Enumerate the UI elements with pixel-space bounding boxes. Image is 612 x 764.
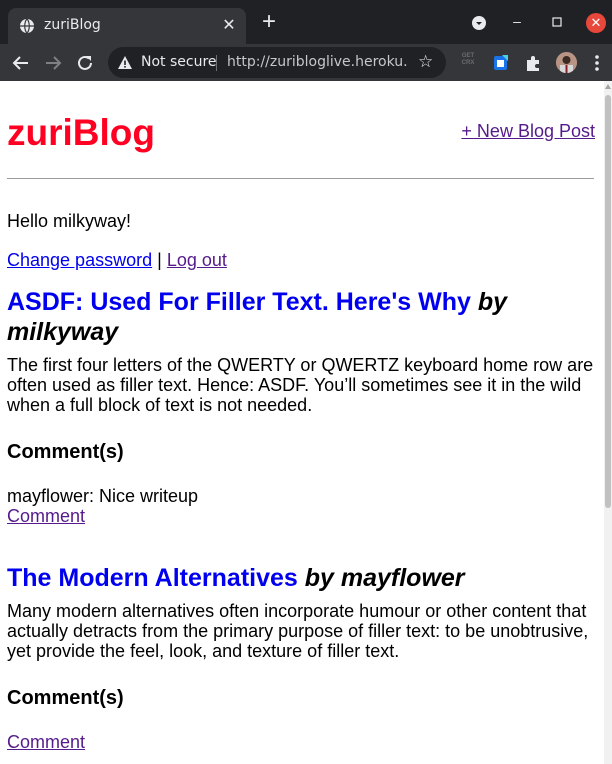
comment-item: mayflower: Nice writeup [7, 486, 199, 506]
change-password-link[interactable]: Change password [7, 250, 152, 270]
minimize-button[interactable]: – [506, 12, 528, 34]
getcrx-top-label: GET [461, 53, 475, 59]
globe-icon [20, 18, 34, 34]
post-title-link[interactable]: ASDF: Used For Filler Text. Here's Why [7, 288, 471, 316]
bookmark-star-icon[interactable]: ☆ [418, 53, 436, 71]
avatar[interactable] [556, 52, 577, 73]
new-tab-button[interactable]: + [258, 10, 280, 34]
tab-close-icon[interactable]: ✕ [220, 17, 238, 35]
account-links: Change password | Log out [7, 250, 227, 271]
post-title: The Modern Alternatives by mayflower [7, 563, 597, 593]
url-text[interactable]: http://zuribloglive.heroku... [227, 54, 407, 70]
forward-arrow-icon[interactable] [42, 52, 64, 74]
logout-link[interactable]: Log out [167, 250, 227, 270]
post-title: ASDF: Used For Filler Text. Here's Why b… [7, 287, 597, 347]
omnibox-divider [216, 55, 217, 71]
warning-icon [118, 56, 132, 69]
comments-heading: Comment(s) [7, 687, 124, 709]
chevron-down-icon [472, 16, 486, 30]
reload-icon[interactable] [74, 52, 96, 74]
post-title-link[interactable]: The Modern Alternatives [7, 564, 298, 592]
back-arrow-icon[interactable] [10, 52, 32, 74]
post-body: Many modern alternatives often incorpora… [7, 601, 589, 661]
post-byline: by mayflower [304, 564, 465, 592]
new-blog-post-link[interactable]: + New Blog Post [461, 121, 595, 142]
tab-title: zuriBlog [44, 17, 101, 33]
link-separator: | [157, 250, 162, 270]
maximize-icon [552, 17, 562, 27]
page-viewport: zuriBlog + New Blog Post Hello milkyway!… [0, 81, 612, 764]
scrollbar[interactable] [604, 81, 612, 764]
header-divider [7, 178, 594, 179]
scrollbar-thumb[interactable] [605, 95, 611, 508]
menu-dots-icon[interactable] [586, 52, 608, 74]
comments-heading: Comment(s) [7, 441, 124, 463]
blog-post: The Modern Alternatives by mayflower Man… [7, 563, 597, 753]
blog-post: ASDF: Used For Filler Text. Here's Why b… [7, 287, 597, 527]
browser-toolbar: Not secure http://zuribloglive.heroku...… [0, 44, 612, 81]
getcrx-extension-icon[interactable]: GET CRX [458, 53, 478, 73]
comment-link[interactable]: Comment [7, 732, 85, 752]
site-title: zuriBlog [7, 112, 155, 153]
post-body: The first four letters of the QWERTY or … [7, 355, 594, 415]
profile-icon [556, 52, 577, 73]
getcrx-bottom-label: CRX [461, 60, 475, 66]
scroll-up-icon[interactable] [605, 84, 611, 89]
comment-link[interactable]: Comment [7, 506, 85, 526]
close-window-button[interactable]: ✕ [586, 13, 606, 33]
security-label[interactable]: Not secure [141, 54, 217, 70]
greeting-text: Hello milkyway! [7, 211, 132, 231]
tab-search-button[interactable] [468, 12, 490, 34]
browser-tab[interactable]: zuriBlog ✕ [8, 8, 246, 44]
address-bar[interactable]: Not secure http://zuribloglive.heroku...… [108, 47, 446, 78]
browser-tabstrip: zuriBlog ✕ + – ✕ [0, 0, 612, 44]
puzzle-icon[interactable] [522, 52, 544, 74]
maximize-button[interactable] [546, 12, 568, 34]
extension-icon[interactable] [490, 52, 512, 74]
